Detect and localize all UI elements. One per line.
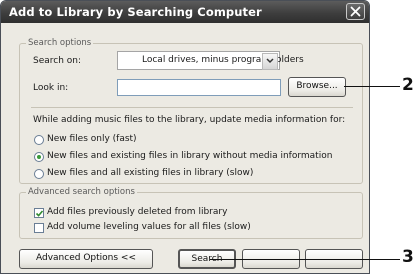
chevron-down-icon bbox=[266, 58, 274, 64]
radio-new-files-only[interactable] bbox=[34, 135, 44, 145]
group-divider bbox=[31, 107, 353, 108]
dialog-title: Add to Library by Searching Computer bbox=[9, 5, 262, 19]
checkbox-add-deleted-files[interactable] bbox=[34, 208, 44, 218]
radio-label-new-and-all-existing: New files and all existing files in libr… bbox=[47, 168, 254, 178]
callout-line-search bbox=[210, 259, 400, 260]
radio-label-new-and-existing-without-info: New files and existing files in library … bbox=[47, 151, 333, 161]
callout-line-browse bbox=[344, 86, 400, 87]
close-button[interactable] bbox=[346, 3, 365, 20]
dropdown-button[interactable] bbox=[262, 53, 278, 70]
browse-label: Browse... bbox=[296, 81, 338, 91]
add-to-library-dialog: Add to Library by Searching Computer Sea… bbox=[0, 0, 370, 274]
browse-button[interactable]: Browse... bbox=[288, 77, 346, 97]
dialog-title-bar[interactable]: Add to Library by Searching Computer bbox=[1, 1, 369, 23]
checkbox-label-add-deleted-files: Add files previously deleted from librar… bbox=[47, 207, 228, 217]
close-icon bbox=[350, 6, 361, 17]
search-on-value: Local drives, minus program folders bbox=[142, 55, 304, 65]
update-media-prompt: While adding music files to the library,… bbox=[33, 115, 346, 125]
look-in-label: Look in: bbox=[33, 83, 69, 93]
advanced-options-label: Advanced Options << bbox=[36, 253, 136, 263]
radio-label-new-files-only: New files only (fast) bbox=[47, 134, 137, 144]
radio-new-and-all-existing[interactable] bbox=[34, 169, 44, 179]
search-options-legend: Search options bbox=[28, 38, 92, 48]
search-on-label: Search on: bbox=[33, 56, 82, 66]
radio-selected-dot bbox=[37, 155, 41, 159]
advanced-options-legend: Advanced search options bbox=[28, 187, 135, 197]
callout-number-browse: 2 bbox=[402, 75, 414, 95]
search-on-select[interactable]: Local drives, minus program folders bbox=[117, 51, 304, 70]
callout-number-search: 3 bbox=[402, 247, 414, 267]
checkmark-icon bbox=[35, 210, 44, 217]
checkbox-label-volume-leveling: Add volume leveling values for all files… bbox=[47, 222, 251, 232]
checkbox-volume-leveling[interactable] bbox=[34, 223, 44, 233]
advanced-options-button[interactable]: Advanced Options << bbox=[19, 249, 153, 269]
look-in-input[interactable] bbox=[117, 79, 281, 96]
radio-new-and-existing-without-info[interactable] bbox=[34, 152, 44, 162]
